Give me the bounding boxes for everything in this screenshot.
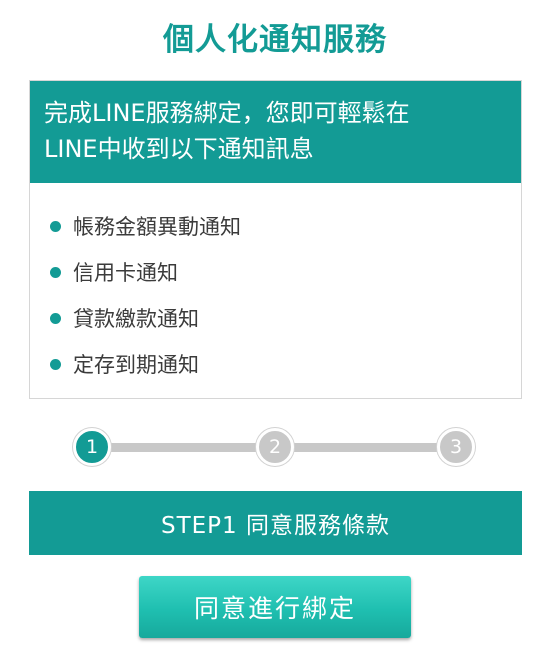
agree-bind-button[interactable]: 同意進行綁定 xyxy=(139,576,411,638)
list-item: 定存到期通知 xyxy=(50,341,521,387)
list-item: 貸款繳款通知 xyxy=(50,295,521,341)
page: 個人化通知服務 完成LINE服務綁定，您即可輕鬆在 LINE中收到以下通知訊息 … xyxy=(0,0,550,652)
step-2-indicator: 2 xyxy=(256,428,294,466)
list-item: 信用卡通知 xyxy=(50,249,521,295)
info-card-header-line2: LINE中收到以下通知訊息 xyxy=(44,135,314,163)
bullet-icon xyxy=(50,220,61,232)
progress-stepper: 1 2 3 xyxy=(73,428,477,468)
notification-info-card: 完成LINE服務綁定，您即可輕鬆在 LINE中收到以下通知訊息 帳務金額異動通知… xyxy=(29,80,522,399)
step-3-indicator: 3 xyxy=(437,428,475,466)
list-item-label: 信用卡通知 xyxy=(73,261,178,285)
step-banner: STEP1 同意服務條款 xyxy=(29,491,522,555)
notification-list: 帳務金額異動通知 信用卡通知 貸款繳款通知 定存到期通知 xyxy=(30,183,521,387)
list-item-label: 帳務金額異動通知 xyxy=(73,215,241,239)
list-item: 帳務金額異動通知 xyxy=(50,203,521,249)
info-card-header-line1: 完成LINE服務綁定，您即可輕鬆在 xyxy=(44,99,410,127)
bullet-icon xyxy=(50,358,61,370)
bullet-icon xyxy=(50,312,61,324)
list-item-label: 定存到期通知 xyxy=(73,353,199,377)
bullet-icon xyxy=(50,266,61,278)
page-title: 個人化通知服務 xyxy=(163,22,387,58)
info-card-header: 完成LINE服務綁定，您即可輕鬆在 LINE中收到以下通知訊息 xyxy=(30,81,521,183)
step-1-indicator: 1 xyxy=(73,428,111,466)
list-item-label: 貸款繳款通知 xyxy=(73,307,199,331)
